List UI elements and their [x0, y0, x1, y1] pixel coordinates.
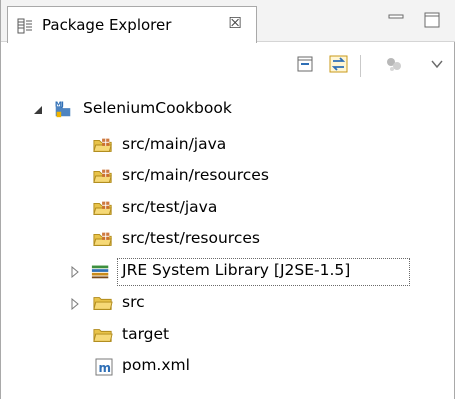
svg-text:m: m — [99, 361, 112, 375]
folder-icon — [93, 294, 113, 312]
tree-item-pom-xml[interactable]: m pom.xml — [1, 353, 455, 381]
collapsed-arrow-icon[interactable] — [69, 266, 81, 278]
tab-package-explorer[interactable]: Package Explorer ☒ — [7, 6, 257, 43]
tree-item-src-test-java[interactable]: src/test/java — [1, 195, 455, 223]
toolbar-separator — [360, 55, 361, 77]
tree-item-src[interactable]: src — [1, 290, 455, 318]
view-header: Package Explorer ☒ — [1, 0, 455, 43]
collapsed-arrow-icon[interactable] — [69, 298, 81, 310]
tree-item-label: JRE System Library [J2SE-1.5] — [122, 261, 351, 279]
tree-item-project[interactable]: M J SeleniumCookbook — [1, 96, 455, 124]
tab-title: Package Explorer — [42, 16, 172, 34]
source-folder-icon — [93, 136, 113, 154]
tree-item-label: target — [122, 325, 170, 343]
package-explorer-icon — [17, 18, 33, 34]
tree-item-label: src/test/java — [122, 198, 218, 216]
view-menu-icon[interactable] — [425, 52, 449, 76]
maven-file-icon: m — [94, 358, 114, 376]
tree-item-label: pom.xml — [122, 356, 190, 374]
project-label: SeleniumCookbook — [83, 99, 232, 117]
tree-item-src-main-java[interactable]: src/main/java — [1, 132, 455, 160]
tree-item-label: src/main/java — [122, 135, 227, 153]
tree-item-src-test-resources[interactable]: src/test/resources — [1, 226, 455, 254]
library-icon — [91, 262, 111, 280]
tree-item-label: src/test/resources — [122, 229, 260, 247]
expanded-arrow-icon[interactable] — [32, 104, 44, 116]
maximize-icon[interactable] — [423, 11, 441, 29]
minimize-icon[interactable] — [387, 11, 405, 29]
maven-project-icon: M J — [53, 99, 73, 118]
tree-item-label: src — [122, 293, 145, 311]
tree-item-src-main-resources[interactable]: src/main/resources — [1, 163, 455, 191]
view-toolbar — [1, 43, 455, 87]
tree-item-target[interactable]: target — [1, 322, 455, 350]
source-folder-icon — [93, 199, 113, 217]
package-explorer-view: Package Explorer ☒ M J SeleniumCookbook … — [0, 0, 455, 399]
tree-item-jre-library[interactable]: JRE System Library [J2SE-1.5] — [1, 258, 455, 286]
source-folder-icon — [93, 230, 113, 248]
close-icon[interactable]: ☒ — [226, 14, 244, 32]
source-folder-icon — [93, 167, 113, 185]
tree-item-label: src/main/resources — [122, 166, 269, 184]
folder-icon — [93, 326, 113, 344]
collapse-all-icon[interactable] — [293, 52, 317, 76]
link-with-editor-icon[interactable] — [327, 52, 351, 76]
focus-active-task-icon[interactable] — [382, 52, 406, 76]
svg-text:J: J — [60, 99, 64, 108]
